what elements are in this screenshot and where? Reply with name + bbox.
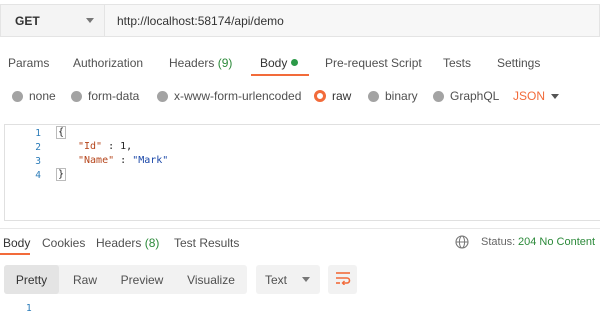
radio-graphql[interactable]: GraphQL [433,89,499,103]
radio-circle [433,90,444,102]
response-format-label: Text [265,272,288,287]
response-format-select[interactable]: Text [256,265,320,294]
tab-tests[interactable]: Tests [443,56,471,70]
tab-authorization[interactable]: Authorization [73,56,143,70]
radio-form-data[interactable]: form-data [71,89,139,103]
globe-icon[interactable] [455,235,469,252]
code-line-3: "Name" : "Mark" [78,155,168,166]
json-key: "Name" [78,155,115,166]
radio-circle [157,90,168,102]
radio-circle [368,90,379,102]
code-line-2: "Id" : 1, [78,141,132,152]
line-number: 3 [35,156,41,167]
line-number: 1 [35,128,41,139]
tab-settings[interactable]: Settings [497,56,540,70]
line-number: 4 [35,170,41,181]
response-tab-test-results[interactable]: Test Results [174,236,239,250]
tab-params[interactable]: Params [8,56,49,70]
radio-graphql-label: GraphQL [450,89,500,103]
response-tab-headers-label: Headers [96,236,142,250]
view-visualize-button[interactable]: Visualize [178,265,244,294]
tab-headers-label: Headers [169,56,215,70]
json-separator: : [114,155,133,166]
tab-headers-count: (9) [217,56,233,70]
json-key: "Id" [78,141,103,152]
method-label: GET [15,13,40,28]
method-select[interactable]: GET [0,4,104,37]
view-raw-button[interactable]: Raw [63,265,107,294]
tab-headers[interactable]: Headers (9) [169,56,232,70]
active-tab-underline [251,74,309,76]
response-tab-body[interactable]: Body [3,236,30,250]
tab-prerequest-script[interactable]: Pre-request Script [325,56,422,70]
wrap-lines-icon [335,271,351,288]
response-tab-headers[interactable]: Headers (8) [96,236,159,250]
body-indicator-dot [291,59,299,66]
status-badge: 204 No Content [518,236,596,248]
radio-binary[interactable]: binary [368,89,418,103]
close-brace: } [56,168,67,181]
radio-circle-selected [314,90,326,102]
response-tab-headers-count: (8) [144,236,160,250]
json-value: : 1, [102,141,133,152]
code-line-4: } [56,168,67,181]
status-label: Status: [481,236,516,248]
radio-urlencoded[interactable]: x-www-form-urlencoded [157,89,301,103]
active-tab-underline [0,253,30,255]
radio-binary-label: binary [385,89,418,103]
chevron-down-icon[interactable] [551,94,559,99]
chevron-down-icon [86,18,94,23]
view-pretty-button[interactable]: Pretty [4,265,59,294]
json-string-value: "Mark" [132,155,169,166]
chevron-down-icon [302,277,310,282]
line-number: 2 [35,142,41,153]
response-tab-cookies[interactable]: Cookies [42,236,85,250]
open-brace: { [56,126,67,139]
radio-raw-label: raw [332,89,352,103]
wrap-lines-button[interactable] [328,265,357,294]
url-input[interactable]: http://localhost:58174/api/demo [104,4,600,37]
radio-none-label: none [29,89,56,103]
code-line-1: { [56,126,67,139]
radio-raw[interactable]: raw [314,89,351,103]
radio-none[interactable]: none [12,89,56,103]
radio-form-data-label: form-data [88,89,140,103]
response-line-number: 1 [26,303,32,314]
radio-urlencoded-label: x-www-form-urlencoded [174,89,302,103]
radio-circle [71,90,82,102]
format-select[interactable]: JSON [513,89,545,103]
tab-body[interactable]: Body [260,56,299,70]
radio-circle [12,90,23,102]
tab-body-label: Body [260,56,288,70]
request-body-editor[interactable]: 1 2 3 4 { "Id" : 1, "Name" : "Mark" } [4,124,600,221]
view-mode-group: Pretty Raw Preview Visualize [4,265,247,294]
response-divider [0,228,600,229]
view-preview-button[interactable]: Preview [112,265,172,294]
